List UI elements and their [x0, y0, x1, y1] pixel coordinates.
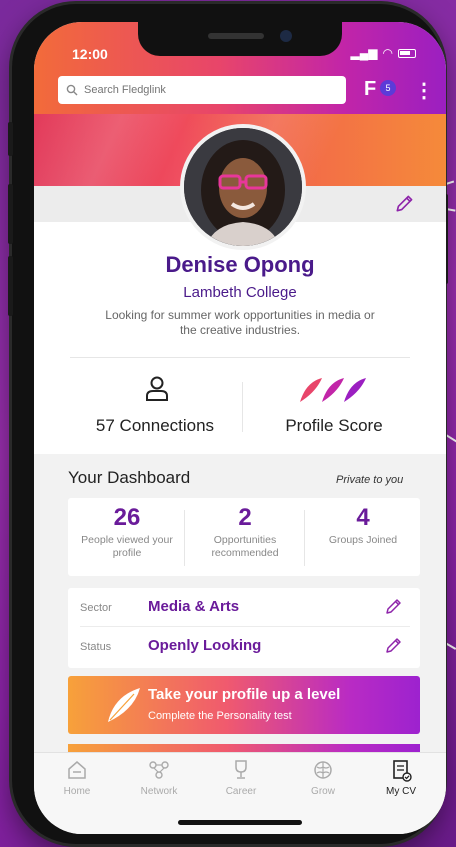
- tab-label: Career: [225, 786, 257, 797]
- battery-icon: [398, 48, 416, 58]
- tab-label: Network: [140, 786, 178, 797]
- search-input[interactable]: [84, 84, 324, 96]
- tab-grow[interactable]: Grow: [288, 758, 358, 797]
- avatar[interactable]: [180, 124, 306, 250]
- feather-score-icon[interactable]: [296, 376, 370, 404]
- filter-badge: 5: [380, 80, 396, 96]
- sector-value: Media & Arts: [148, 598, 240, 615]
- home-icon: [68, 761, 86, 779]
- app-screen: 12:00 ▂▄▆ ◠ F 5 ⋮: [34, 22, 446, 834]
- profile-bio: Looking for summer work opportunities in…: [105, 308, 375, 337]
- stat-profile-views[interactable]: 26 People viewed your profile: [68, 504, 186, 560]
- stat-opportunities[interactable]: 2 Opportunities recommended: [186, 504, 304, 560]
- speaker: [208, 33, 264, 39]
- home-indicator: [178, 820, 302, 825]
- edit-profile-pencil-icon[interactable]: [394, 192, 416, 214]
- trophy-icon: [235, 760, 247, 779]
- edit-status-pencil-icon[interactable]: [384, 635, 404, 655]
- stat-label: Groups Joined: [328, 534, 398, 546]
- person-icon[interactable]: [144, 374, 170, 402]
- brain-icon: [314, 761, 332, 779]
- front-camera: [280, 30, 292, 42]
- tab-network[interactable]: Network: [124, 758, 194, 797]
- stat-value: 26: [113, 504, 141, 531]
- connections-link[interactable]: 57 Connections: [74, 416, 236, 436]
- wifi-icon: ◠: [382, 46, 393, 60]
- status-value: Openly Looking: [148, 637, 262, 654]
- stat-value: 4: [356, 504, 370, 531]
- phone-side-button: [8, 184, 13, 244]
- sector-status-card: [68, 588, 420, 668]
- search-bar[interactable]: [58, 76, 346, 104]
- profile-score-link[interactable]: Profile Score: [254, 416, 414, 436]
- status-label: Status: [80, 641, 112, 653]
- dashboard-privacy-note: Private to you: [336, 474, 404, 486]
- tab-career[interactable]: Career: [206, 758, 276, 797]
- profile-name: Denise Opong: [165, 252, 315, 277]
- network-icon: [149, 761, 169, 779]
- signal-icon: ▂▄▆: [350, 46, 378, 60]
- status-time: 12:00: [72, 46, 108, 62]
- tab-home[interactable]: Home: [42, 758, 112, 797]
- profile-college: Lambeth College: [183, 284, 297, 301]
- phone-side-button: [8, 256, 13, 316]
- tab-label: My CV: [386, 786, 416, 797]
- dashboard-title: Your Dashboard: [68, 468, 191, 487]
- phone-frame: 12:00 ▂▄▆ ◠ F 5 ⋮: [8, 4, 448, 844]
- divider: [184, 510, 185, 566]
- sector-label: Sector: [80, 602, 112, 614]
- stat-label: Opportunities recommended: [211, 534, 279, 559]
- feather-icon: [108, 688, 140, 722]
- tab-my-cv[interactable]: My CV: [366, 758, 436, 797]
- cta-title: Take your profile up a level: [148, 686, 341, 703]
- stat-value: 2: [238, 504, 252, 531]
- notch: [138, 22, 342, 56]
- tab-label: Home: [63, 786, 91, 797]
- divider: [80, 626, 410, 627]
- more-options-icon[interactable]: ⋮: [414, 78, 434, 103]
- stat-groups[interactable]: 4 Groups Joined: [304, 504, 422, 547]
- avatar-photo: [184, 128, 302, 246]
- phone-side-button: [8, 122, 13, 156]
- cta-subtitle: Complete the Personality test: [148, 710, 292, 722]
- filter-icon[interactable]: F: [364, 78, 376, 101]
- cv-icon: [393, 760, 412, 782]
- edit-sector-pencil-icon[interactable]: [384, 596, 404, 616]
- divider: [70, 357, 410, 358]
- tab-label: Grow: [311, 786, 335, 797]
- status-icons: ▂▄▆ ◠: [351, 46, 416, 60]
- divider: [242, 382, 243, 432]
- search-icon: [66, 84, 78, 96]
- stat-label: People viewed your profile: [81, 534, 173, 559]
